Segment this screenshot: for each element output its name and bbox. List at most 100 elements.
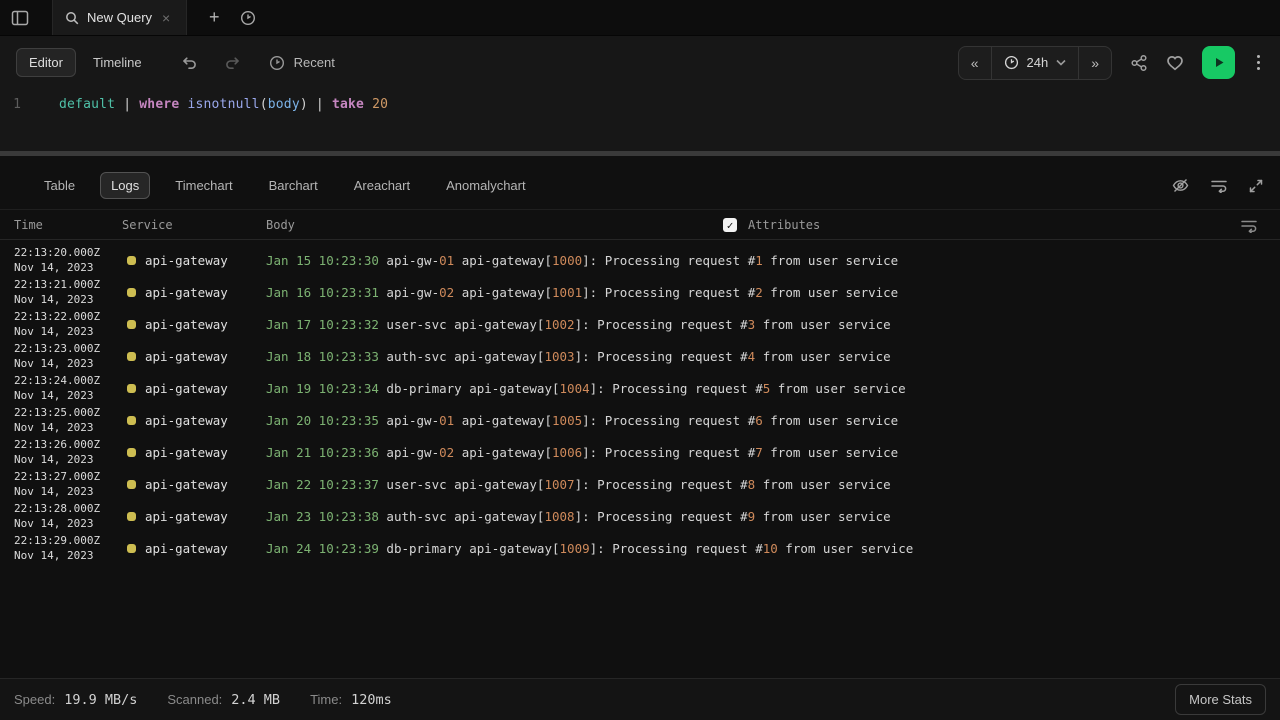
code-token (364, 97, 372, 112)
undo-button[interactable] (181, 55, 198, 70)
log-body: Jan 20 10:23:35 api-gw-01 api-gateway[10… (266, 404, 1280, 436)
app-window: New Query × + Editor Timeline (0, 0, 1280, 720)
share-icon (1130, 54, 1148, 72)
tab-table[interactable]: Table (33, 172, 86, 199)
service-dot-icon (127, 480, 136, 489)
hide-columns-button[interactable] (1171, 177, 1190, 194)
sidebar-toggle-button[interactable] (0, 0, 40, 35)
log-row[interactable]: 22:13:27.000ZNov 14, 2023api-gatewayJan … (0, 468, 1280, 500)
log-time: 22:13:27.000ZNov 14, 2023 (0, 468, 122, 500)
stat-speed: Speed: 19.9 MB/s (14, 692, 137, 708)
maximize-icon (1248, 178, 1264, 194)
wrap-text-icon (1210, 178, 1228, 193)
run-query-button[interactable] (1202, 46, 1235, 79)
code-token: ) (300, 97, 308, 112)
top-bar: New Query × + (0, 0, 1280, 36)
log-service: api-gateway (122, 244, 266, 276)
log-body: Jan 16 10:23:31 api-gw-02 api-gateway[10… (266, 276, 1280, 308)
log-table-header: Time Service Body ✓ Attributes (0, 210, 1280, 240)
more-options-button[interactable] (1253, 51, 1264, 74)
timeline-mode-button[interactable]: Timeline (80, 48, 155, 77)
log-time: 22:13:29.000ZNov 14, 2023 (0, 532, 122, 564)
code-token: 20 (372, 97, 388, 112)
log-row[interactable]: 22:13:26.000ZNov 14, 2023api-gatewayJan … (0, 436, 1280, 468)
log-service: api-gateway (122, 532, 266, 564)
service-dot-icon (127, 256, 136, 265)
expand-button[interactable] (1248, 178, 1264, 194)
tab-title: New Query (87, 10, 152, 25)
log-row[interactable]: 22:13:20.000ZNov 14, 2023api-gatewayJan … (0, 244, 1280, 276)
log-body: Jan 21 10:23:36 api-gw-02 api-gateway[10… (266, 436, 1280, 468)
log-row[interactable]: 22:13:24.000ZNov 14, 2023api-gatewayJan … (0, 372, 1280, 404)
time-range-back-button[interactable]: « (959, 47, 991, 79)
attributes-toggle[interactable]: ✓ Attributes (723, 210, 820, 240)
log-service: api-gateway (122, 276, 266, 308)
time-range-forward-button[interactable]: » (1079, 47, 1111, 79)
heart-icon (1166, 54, 1184, 71)
log-time: 22:13:22.000ZNov 14, 2023 (0, 308, 122, 340)
history-button[interactable] (231, 0, 265, 35)
chevron-down-icon (1056, 59, 1066, 66)
log-time: 22:13:21.000ZNov 14, 2023 (0, 276, 122, 308)
tab-areachart[interactable]: Areachart (343, 172, 421, 199)
tab-anomalychart[interactable]: Anomalychart (435, 172, 536, 199)
service-dot-icon (127, 448, 136, 457)
search-icon (65, 11, 79, 25)
time-range-picker[interactable]: 24h (991, 47, 1080, 79)
column-header-time[interactable]: Time (0, 218, 122, 232)
scanned-value: 2.4 MB (231, 692, 280, 708)
header-wrap-button[interactable] (1240, 210, 1258, 240)
redo-button[interactable] (224, 55, 241, 70)
code-token: where (139, 97, 179, 112)
code-token: isnotnull (187, 97, 259, 112)
log-row[interactable]: 22:13:29.000ZNov 14, 2023api-gatewayJan … (0, 532, 1280, 564)
query-code[interactable]: default | where isnotnull(body) | take 2… (34, 89, 388, 151)
attributes-checkbox[interactable]: ✓ (723, 218, 737, 232)
log-time: 22:13:28.000ZNov 14, 2023 (0, 500, 122, 532)
stat-scanned: Scanned: 2.4 MB (167, 692, 280, 708)
column-header-service[interactable]: Service (122, 218, 266, 232)
query-tab[interactable]: New Query × (52, 0, 187, 35)
code-token: body (268, 97, 300, 112)
recent-button[interactable]: Recent (269, 55, 335, 71)
time-value: 120ms (351, 692, 392, 708)
new-tab-button[interactable]: + (197, 0, 231, 35)
time-range-value: 24h (1027, 55, 1049, 70)
log-row[interactable]: 22:13:25.000ZNov 14, 2023api-gatewayJan … (0, 404, 1280, 436)
tab-timechart[interactable]: Timechart (164, 172, 243, 199)
sidebar-panel-icon (11, 10, 29, 26)
speed-value: 19.9 MB/s (64, 692, 137, 708)
log-body: Jan 19 10:23:34 db-primary api-gateway[1… (266, 372, 1280, 404)
log-row[interactable]: 22:13:28.000ZNov 14, 2023api-gatewayJan … (0, 500, 1280, 532)
stat-time: Time: 120ms (310, 692, 392, 708)
log-service: api-gateway (122, 340, 266, 372)
log-service: api-gateway (122, 308, 266, 340)
log-row[interactable]: 22:13:21.000ZNov 14, 2023api-gatewayJan … (0, 276, 1280, 308)
time-range-group: « 24h » (958, 46, 1112, 80)
redo-icon (224, 55, 241, 70)
wrap-text-button[interactable] (1210, 178, 1228, 193)
log-row[interactable]: 22:13:22.000ZNov 14, 2023api-gatewayJan … (0, 308, 1280, 340)
favorite-button[interactable] (1166, 54, 1184, 71)
editor-mode-button[interactable]: Editor (16, 48, 76, 77)
line-number: 1 (0, 89, 34, 151)
code-token: | (115, 97, 139, 112)
more-stats-button[interactable]: More Stats (1175, 684, 1266, 715)
query-editor[interactable]: 1 default | where isnotnull(body) | take… (0, 89, 1280, 151)
service-dot-icon (127, 320, 136, 329)
tab-barchart[interactable]: Barchart (258, 172, 329, 199)
attributes-label: Attributes (748, 218, 820, 232)
share-button[interactable] (1130, 54, 1148, 72)
log-rows: 22:13:20.000ZNov 14, 2023api-gatewayJan … (0, 240, 1280, 678)
wrap-text-icon (1240, 218, 1258, 233)
service-dot-icon (127, 384, 136, 393)
speed-label: Speed: (14, 692, 55, 707)
tab-close-icon[interactable]: × (160, 9, 172, 27)
service-dot-icon (127, 288, 136, 297)
log-body: Jan 22 10:23:37 user-svc api-gateway[100… (266, 468, 1280, 500)
play-icon (1210, 54, 1227, 71)
log-time: 22:13:20.000ZNov 14, 2023 (0, 244, 122, 276)
log-row[interactable]: 22:13:23.000ZNov 14, 2023api-gatewayJan … (0, 340, 1280, 372)
tab-logs[interactable]: Logs (100, 172, 150, 199)
toolbar-right: « 24h » (958, 46, 1264, 80)
